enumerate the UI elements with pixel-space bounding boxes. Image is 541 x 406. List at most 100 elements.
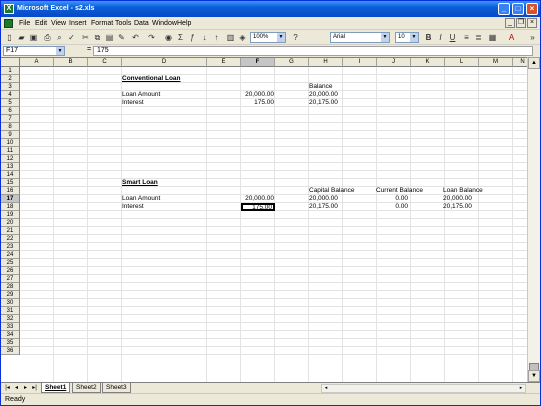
name-box[interactable]: F17 ▼ xyxy=(3,46,65,56)
spelling-icon[interactable]: ✓ xyxy=(66,32,77,43)
menu-file[interactable]: File xyxy=(19,20,30,27)
scroll-up-icon[interactable]: ▲ xyxy=(528,57,540,69)
scroll-left-icon[interactable]: ◂ xyxy=(322,385,330,392)
row-header-21[interactable]: 21 xyxy=(1,227,20,235)
cell-f17-active[interactable]: 175.00 xyxy=(241,203,275,211)
cell-d14[interactable]: Smart Loan xyxy=(121,179,211,187)
row-header-16[interactable]: 16 xyxy=(1,187,20,195)
horizontal-scrollbar[interactable]: ◂ ▸ xyxy=(321,384,526,393)
underline-icon[interactable]: U xyxy=(447,32,458,43)
row-header-17[interactable]: 17 xyxy=(1,195,20,203)
doc-close-button[interactable]: × xyxy=(527,18,537,28)
maximize-button[interactable]: □ xyxy=(512,3,524,15)
row-header-27[interactable]: 27 xyxy=(1,275,20,283)
column-header-d[interactable]: D xyxy=(122,58,207,67)
paste-icon[interactable]: ▤ xyxy=(104,32,115,43)
row-header-10[interactable]: 10 xyxy=(1,139,20,147)
cell-l17[interactable]: 20,175.00 xyxy=(442,203,502,211)
row-header-3[interactable]: 3 xyxy=(1,83,20,91)
row-header-22[interactable]: 22 xyxy=(1,235,20,243)
prev-sheet-icon[interactable]: ◂ xyxy=(12,384,21,393)
save-icon[interactable]: ▣ xyxy=(28,32,39,43)
row-header-15[interactable]: 15 xyxy=(1,179,20,187)
cut-icon[interactable]: ✂ xyxy=(80,32,91,43)
row-header-19[interactable]: 19 xyxy=(1,211,20,219)
help-icon[interactable]: ? xyxy=(290,32,301,43)
cell-l15[interactable]: Loan Balance xyxy=(442,187,506,195)
cell-d5[interactable]: Interest xyxy=(121,99,181,107)
zoom-select[interactable]: 100% ▼ xyxy=(250,32,286,43)
cell-h3[interactable]: Balance xyxy=(308,83,368,91)
row-header-29[interactable]: 29 xyxy=(1,291,20,299)
row-header-31[interactable]: 31 xyxy=(1,307,20,315)
row-header-20[interactable]: 20 xyxy=(1,219,20,227)
row-header-28[interactable]: 28 xyxy=(1,283,20,291)
row-header-30[interactable]: 30 xyxy=(1,299,20,307)
column-header-h[interactable]: H xyxy=(309,58,343,67)
row-header-25[interactable]: 25 xyxy=(1,259,20,267)
row-header-4[interactable]: 4 xyxy=(1,91,20,99)
row-header-33[interactable]: 33 xyxy=(1,323,20,331)
hyperlink-icon[interactable]: ◉ xyxy=(163,32,174,43)
cell-d4[interactable]: Loan Amount xyxy=(121,91,181,99)
sort-descending-icon[interactable]: ↑ xyxy=(211,32,222,43)
row-header-6[interactable]: 6 xyxy=(1,107,20,115)
scroll-right-icon[interactable]: ▸ xyxy=(517,385,525,392)
align-center-icon[interactable]: ≣ xyxy=(473,32,484,43)
close-button[interactable]: × xyxy=(526,3,538,15)
formula-input[interactable]: 175 xyxy=(93,46,533,56)
last-sheet-icon[interactable]: ▸| xyxy=(30,384,39,393)
row-header-18[interactable]: 18 xyxy=(1,203,20,211)
row-header-35[interactable]: 35 xyxy=(1,339,20,347)
align-left-icon[interactable]: ≡ xyxy=(461,32,472,43)
column-header-m[interactable]: M xyxy=(479,58,513,67)
select-all-button[interactable] xyxy=(1,58,20,67)
menu-tools[interactable]: Tools xyxy=(115,20,131,27)
cell-h15[interactable]: Capital Balance xyxy=(308,187,372,195)
tab-sheet3[interactable]: Sheet3 xyxy=(102,383,131,393)
column-header-f[interactable]: F xyxy=(241,58,275,67)
redo-icon[interactable]: ↷ xyxy=(146,32,157,43)
cell-j17[interactable]: 0.00 xyxy=(373,203,409,211)
column-header-i[interactable]: I xyxy=(343,58,377,67)
row-header-24[interactable]: 24 xyxy=(1,251,20,259)
cell-j15[interactable]: Current Balance xyxy=(375,187,439,195)
column-header-a[interactable]: A xyxy=(20,58,54,67)
row-header-7[interactable]: 7 xyxy=(1,115,20,123)
print-icon[interactable]: ⎙ xyxy=(42,32,53,43)
column-header-k[interactable]: K xyxy=(411,58,445,67)
tab-sheet1[interactable]: Sheet1 xyxy=(41,383,71,393)
title-bar[interactable]: X Microsoft Excel - s2.xls _ □ × xyxy=(1,1,540,17)
menu-help[interactable]: Help xyxy=(177,20,191,27)
cell-l16[interactable]: 20,000.00 xyxy=(442,195,502,203)
row-header-11[interactable]: 11 xyxy=(1,147,20,155)
copy-icon[interactable]: ⧉ xyxy=(92,32,103,43)
column-header-b[interactable]: B xyxy=(54,58,88,67)
menu-view[interactable]: View xyxy=(51,20,66,27)
borders-icon[interactable]: ▦ xyxy=(487,32,498,43)
column-header-n[interactable]: N xyxy=(513,58,527,67)
column-header-e[interactable]: E xyxy=(207,58,241,67)
row-header-9[interactable]: 9 xyxy=(1,131,20,139)
drawing-icon[interactable]: ◈ xyxy=(237,32,248,43)
format-painter-icon[interactable]: ✎ xyxy=(116,32,127,43)
row-header-32[interactable]: 32 xyxy=(1,315,20,323)
row-header-26[interactable]: 26 xyxy=(1,267,20,275)
cell-j16[interactable]: 0.00 xyxy=(373,195,409,203)
undo-icon[interactable]: ↶ xyxy=(130,32,141,43)
cell-h17[interactable]: 20,175.00 xyxy=(308,203,368,211)
cell-h4[interactable]: 20,000.00 xyxy=(308,91,368,99)
row-header-23[interactable]: 23 xyxy=(1,243,20,251)
menu-edit[interactable]: Edit xyxy=(35,20,47,27)
cell-d17[interactable]: Interest xyxy=(121,203,181,211)
next-sheet-icon[interactable]: ▸ xyxy=(21,384,30,393)
row-header-2[interactable]: 2 xyxy=(1,75,20,83)
chart-wizard-icon[interactable]: ▥ xyxy=(225,32,236,43)
column-header-c[interactable]: C xyxy=(88,58,122,67)
autosum-icon[interactable]: Σ xyxy=(175,32,186,43)
new-icon[interactable]: ▯ xyxy=(4,32,15,43)
row-header-12[interactable]: 12 xyxy=(1,155,20,163)
worksheet-grid[interactable]: ABCDEFGHIJKLMN 1 2 3 4 5 6 7 8 9 10 11 12 13 14 15 16 17… xyxy=(1,57,527,382)
tab-sheet2[interactable]: Sheet2 xyxy=(72,383,101,393)
workbook-icon[interactable] xyxy=(4,19,13,28)
